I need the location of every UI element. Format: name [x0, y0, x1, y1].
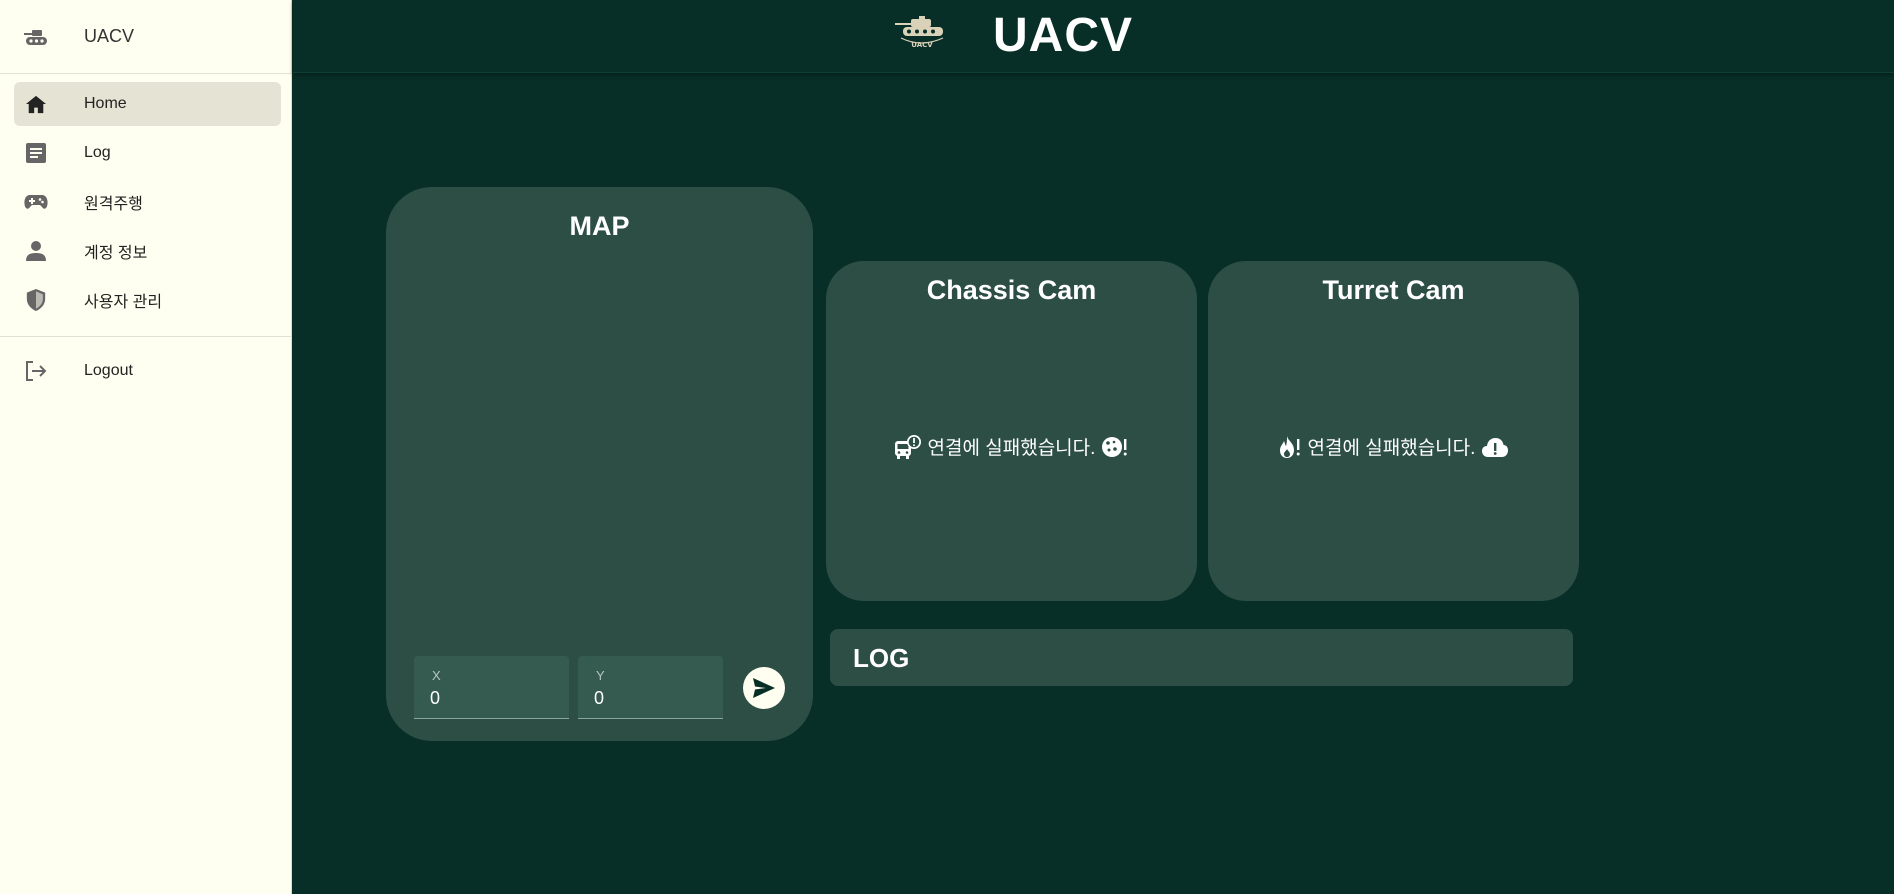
y-coordinate-field[interactable]: Y — [578, 656, 723, 719]
log-panel: LOG — [830, 629, 1573, 686]
bus-alert-icon — [894, 434, 922, 460]
logout-icon — [18, 353, 54, 389]
y-coordinate-label: Y — [596, 668, 605, 683]
sidebar-brand[interactable]: UACV — [0, 0, 291, 74]
turret-cam-panel: Turret Cam 연결에 실패했습니다. — [1208, 261, 1579, 601]
tank-logo-icon: UACV — [895, 14, 947, 50]
chassis-cam-status: 연결에 실패했습니다. — [826, 433, 1197, 460]
y-coordinate-input[interactable] — [594, 688, 714, 709]
chassis-cam-panel: Chassis Cam 연결에 실패했습니다. — [826, 261, 1197, 601]
turret-cam-message: 연결에 실패했습니다. — [1307, 438, 1476, 459]
sidebar-item-label: Log — [84, 144, 111, 161]
x-coordinate-input[interactable] — [430, 688, 550, 709]
log-title: LOG — [853, 643, 910, 673]
sidebar-item-user-management[interactable]: 사용자 관리 — [14, 278, 281, 322]
gamepad-icon — [18, 184, 54, 220]
sidebar-item-label: 계정 정보 — [84, 245, 148, 262]
chassis-cam-message: 연결에 실패했습니다. — [927, 438, 1096, 459]
map-panel: MAP X Y — [386, 187, 813, 741]
x-coordinate-label: X — [432, 668, 441, 683]
cloud-alert-icon — [1481, 436, 1509, 458]
page-title: UACV — [993, 9, 1134, 62]
x-coordinate-field[interactable]: X — [414, 656, 569, 719]
sidebar-item-label: 원격주행 — [84, 196, 143, 213]
send-coordinates-button[interactable] — [743, 667, 785, 709]
sidebar-item-log[interactable]: Log — [14, 131, 281, 175]
sidebar-item-remote-drive[interactable]: 원격주행 — [14, 180, 281, 224]
fire-alert-icon — [1278, 435, 1302, 459]
shield-icon — [18, 282, 54, 318]
sidebar: UACV Home Log 원격주행 계정 정보 사용자 관리 Logout — [0, 0, 292, 894]
brand-label: UACV — [84, 26, 135, 46]
turret-cam-status: 연결에 실패했습니다. — [1208, 433, 1579, 460]
home-icon — [18, 86, 54, 122]
sidebar-divider — [0, 336, 291, 337]
sidebar-item-label: Home — [84, 95, 127, 112]
logo-text: UACV — [911, 41, 933, 49]
cookie-alert-icon — [1101, 435, 1129, 459]
logout-label: Logout — [84, 362, 133, 379]
chassis-cam-title: Chassis Cam — [926, 275, 1097, 305]
sidebar-nav: Home Log 원격주행 계정 정보 사용자 관리 Logout — [0, 74, 291, 393]
tank-icon — [18, 19, 54, 55]
sidebar-item-label: 사용자 관리 — [84, 294, 163, 311]
logout-button[interactable]: Logout — [14, 349, 281, 393]
send-icon — [753, 678, 775, 698]
person-icon — [18, 233, 54, 269]
map-title: MAP — [569, 211, 630, 241]
turret-cam-title: Turret Cam — [1322, 275, 1465, 305]
sidebar-item-account[interactable]: 계정 정보 — [14, 229, 281, 273]
article-icon — [18, 135, 54, 171]
app-header: UACV UACV — [293, 0, 1894, 73]
sidebar-item-home[interactable]: Home — [14, 82, 281, 126]
